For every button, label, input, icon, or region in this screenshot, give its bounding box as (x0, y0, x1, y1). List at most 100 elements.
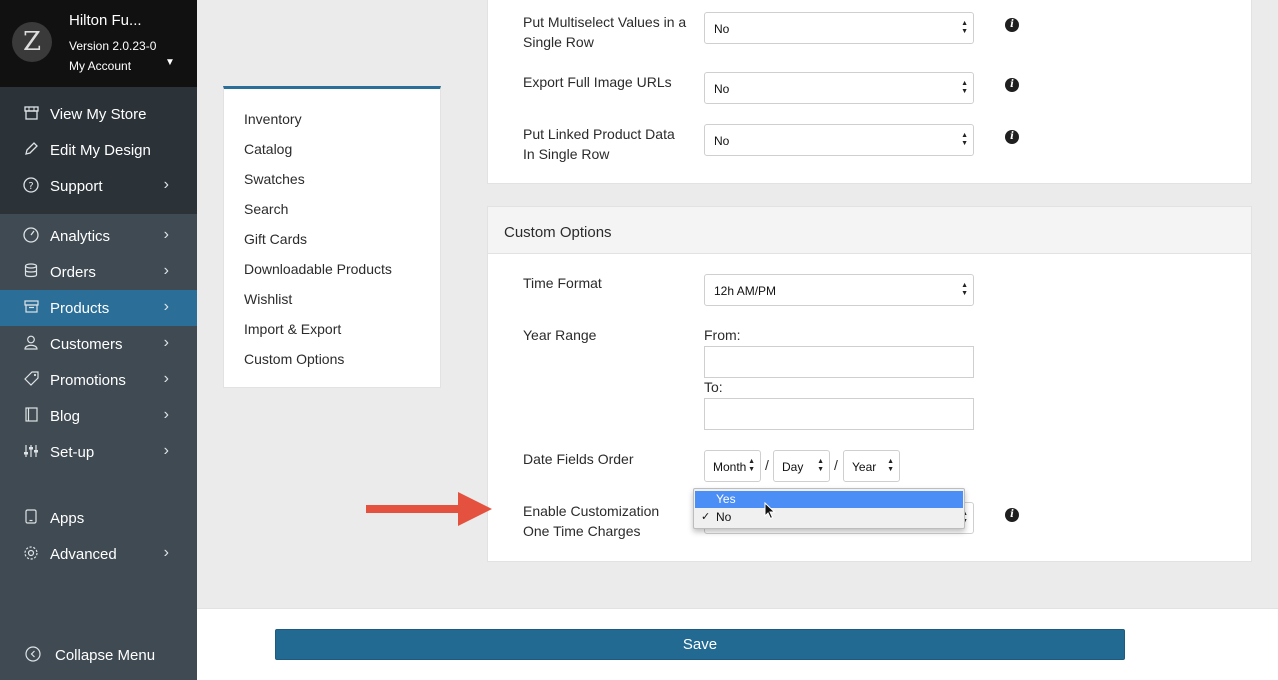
settings-nav: Inventory Catalog Swatches Search Gift C… (223, 86, 441, 388)
sidebar-item-label: View My Store (50, 105, 147, 123)
multiselect-label: Put Multiselect Values in a Single Row (523, 14, 687, 50)
info-icon[interactable]: i (1005, 78, 1019, 92)
settings-nav-item[interactable]: Search (244, 201, 288, 217)
store-name: Hilton Fu... (69, 12, 142, 29)
arrow-left-circle-icon (24, 645, 42, 665)
tag-icon (22, 371, 40, 389)
info-icon[interactable]: i (1005, 130, 1019, 144)
sidebar-item-label: Set-up (50, 443, 95, 461)
sidebar-item-promotions[interactable]: Promotions › (0, 362, 197, 398)
pencil-icon (22, 141, 40, 159)
chevron-right-icon: › (163, 544, 169, 561)
sidebar-item-view-my-store[interactable]: View My Store (0, 96, 197, 132)
dropdown-option-label: No (716, 510, 732, 524)
sidebar-item-products[interactable]: Products › (0, 290, 197, 326)
select-caret-icon: ▲▼ (961, 20, 968, 35)
chevron-right-icon: › (163, 298, 169, 315)
checkmark-icon: ✓ (701, 511, 711, 523)
sidebar-item-set-up[interactable]: Set-up › (0, 434, 197, 470)
my-account-link[interactable]: My Account (69, 59, 131, 73)
select-caret-icon: ▲▼ (961, 132, 968, 147)
select-caret-icon: ▲▼ (961, 282, 968, 297)
select-caret-icon: ▲▼ (748, 458, 755, 473)
enable-customization-label: Enable Customization One Time Charges (523, 503, 660, 539)
store-icon (22, 105, 40, 123)
collapse-menu-button[interactable]: Collapse Menu (0, 637, 197, 673)
mouse-cursor-icon (764, 502, 776, 520)
select-value: No (714, 82, 730, 96)
store-logo[interactable]: Z (12, 22, 52, 62)
select-value: Month (713, 460, 747, 474)
linked-product-select[interactable]: No ▲ ▼ (704, 124, 974, 156)
sidebar-item-support[interactable]: ? Support › (0, 168, 197, 204)
sidebar-item-label: Customers (50, 335, 123, 353)
chevron-right-icon: › (163, 370, 169, 387)
panel-title: Custom Options (488, 207, 1251, 254)
sidebar-item-apps[interactable]: Apps (0, 500, 197, 536)
caret-down-icon[interactable]: ▼ (165, 57, 175, 68)
dropdown-option-label: Yes (716, 492, 736, 506)
time-format-select[interactable]: 12h AM/PM ▲ ▼ (704, 274, 974, 306)
year-from-input[interactable] (704, 346, 974, 378)
date-month-select[interactable]: Month ▲ ▼ (704, 450, 761, 482)
sidebar-item-label: Products (50, 299, 110, 317)
select-value: Year (852, 460, 877, 474)
from-label: From: (704, 327, 741, 343)
settings-nav-item[interactable]: Swatches (244, 171, 305, 187)
chevron-right-icon: › (163, 176, 169, 193)
time-format-label: Time Format (523, 275, 602, 291)
settings-nav-item[interactable]: Custom Options (244, 351, 344, 367)
sidebar-item-customers[interactable]: Customers › (0, 326, 197, 362)
mobile-icon (22, 509, 40, 527)
dropdown-option-yes[interactable]: Yes (695, 491, 963, 508)
sidebar-item-analytics[interactable]: Analytics › (0, 218, 197, 254)
settings-nav-item[interactable]: Wishlist (244, 291, 292, 307)
chevron-right-icon: › (163, 334, 169, 351)
settings-nav-item[interactable]: Gift Cards (244, 231, 307, 247)
select-value: 12h AM/PM (714, 284, 777, 298)
select-caret-icon: ▲▼ (817, 458, 824, 473)
sidebar-item-label: Advanced (50, 545, 117, 563)
select-caret-icon: ▲▼ (887, 458, 894, 473)
linked-product-label: Put Linked Product Data In Single Row (523, 126, 675, 162)
gear-icon (22, 545, 40, 564)
select-value: Day (782, 460, 804, 474)
to-label: To: (704, 379, 723, 395)
settings-nav-item[interactable]: Inventory (244, 111, 302, 127)
sidebar-item-orders[interactable]: Orders › (0, 254, 197, 290)
year-range-label: Year Range (523, 327, 597, 343)
box-icon (22, 300, 40, 316)
settings-nav-item[interactable]: Import & Export (244, 321, 341, 337)
settings-nav-item[interactable]: Downloadable Products (244, 261, 392, 277)
user-icon (22, 335, 40, 353)
date-separator: / (765, 457, 769, 473)
sidebar-item-label: Support (50, 177, 103, 195)
help-circle-icon: ? (22, 176, 40, 196)
date-day-select[interactable]: Day ▲ ▼ (773, 450, 830, 482)
sidebar-quick-links: View My Store Edit My Design ? Support › (0, 87, 197, 214)
sidebar-item-label: Apps (50, 509, 85, 527)
collapse-menu-label: Collapse Menu (55, 646, 156, 664)
dropdown-option-no[interactable]: ✓ No (695, 509, 963, 526)
date-year-select[interactable]: Year ▲ ▼ (843, 450, 900, 482)
multiselect-select[interactable]: No ▲ ▼ (704, 12, 974, 44)
gauge-icon (22, 226, 40, 246)
year-to-input[interactable] (704, 398, 974, 430)
chevron-right-icon: › (163, 406, 169, 423)
sidebar: Z Hilton Fu... Version 2.0.23-0 My Accou… (0, 0, 197, 680)
select-value: No (714, 22, 730, 36)
info-icon[interactable]: i (1005, 18, 1019, 32)
full-image-urls-select[interactable]: No ▲ ▼ (704, 72, 974, 104)
store-version: Version 2.0.23-0 (69, 39, 157, 53)
sidebar-item-advanced[interactable]: Advanced › (0, 536, 197, 572)
chevron-right-icon: › (163, 226, 169, 243)
date-fields-order-label: Date Fields Order (523, 451, 634, 467)
date-separator: / (834, 457, 838, 473)
sidebar-item-edit-my-design[interactable]: Edit My Design (0, 132, 197, 168)
chevron-right-icon: › (163, 442, 169, 459)
arrow-right-icon (366, 492, 492, 526)
settings-nav-item[interactable]: Catalog (244, 141, 292, 157)
sidebar-item-blog[interactable]: Blog › (0, 398, 197, 434)
info-icon[interactable]: i (1005, 508, 1019, 522)
save-button[interactable]: Save (275, 629, 1125, 660)
